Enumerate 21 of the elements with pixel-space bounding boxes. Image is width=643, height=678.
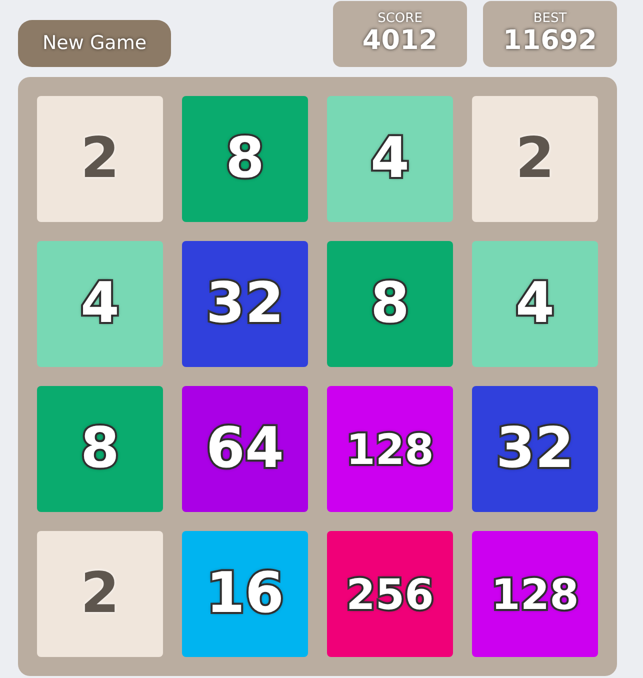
score-label: BEST <box>533 12 567 26</box>
tile: 256 <box>327 531 453 657</box>
tile: 8 <box>37 386 163 512</box>
score-value: 11692 <box>503 26 597 56</box>
score-value: 4012 <box>362 26 438 56</box>
tile: 2 <box>37 96 163 222</box>
tile: 128 <box>327 386 453 512</box>
tile: 8 <box>182 96 308 222</box>
tile: 32 <box>472 386 598 512</box>
tile: 32 <box>182 241 308 367</box>
tile: 4 <box>37 241 163 367</box>
new-game-button[interactable]: New Game <box>18 20 171 67</box>
tile: 2 <box>472 96 598 222</box>
tile: 8 <box>327 241 453 367</box>
tile: 4 <box>472 241 598 367</box>
tile: 16 <box>182 531 308 657</box>
tile: 2 <box>37 531 163 657</box>
tile: 128 <box>472 531 598 657</box>
tile: 64 <box>182 386 308 512</box>
score-label: SCORE <box>378 12 422 26</box>
tile: 4 <box>327 96 453 222</box>
